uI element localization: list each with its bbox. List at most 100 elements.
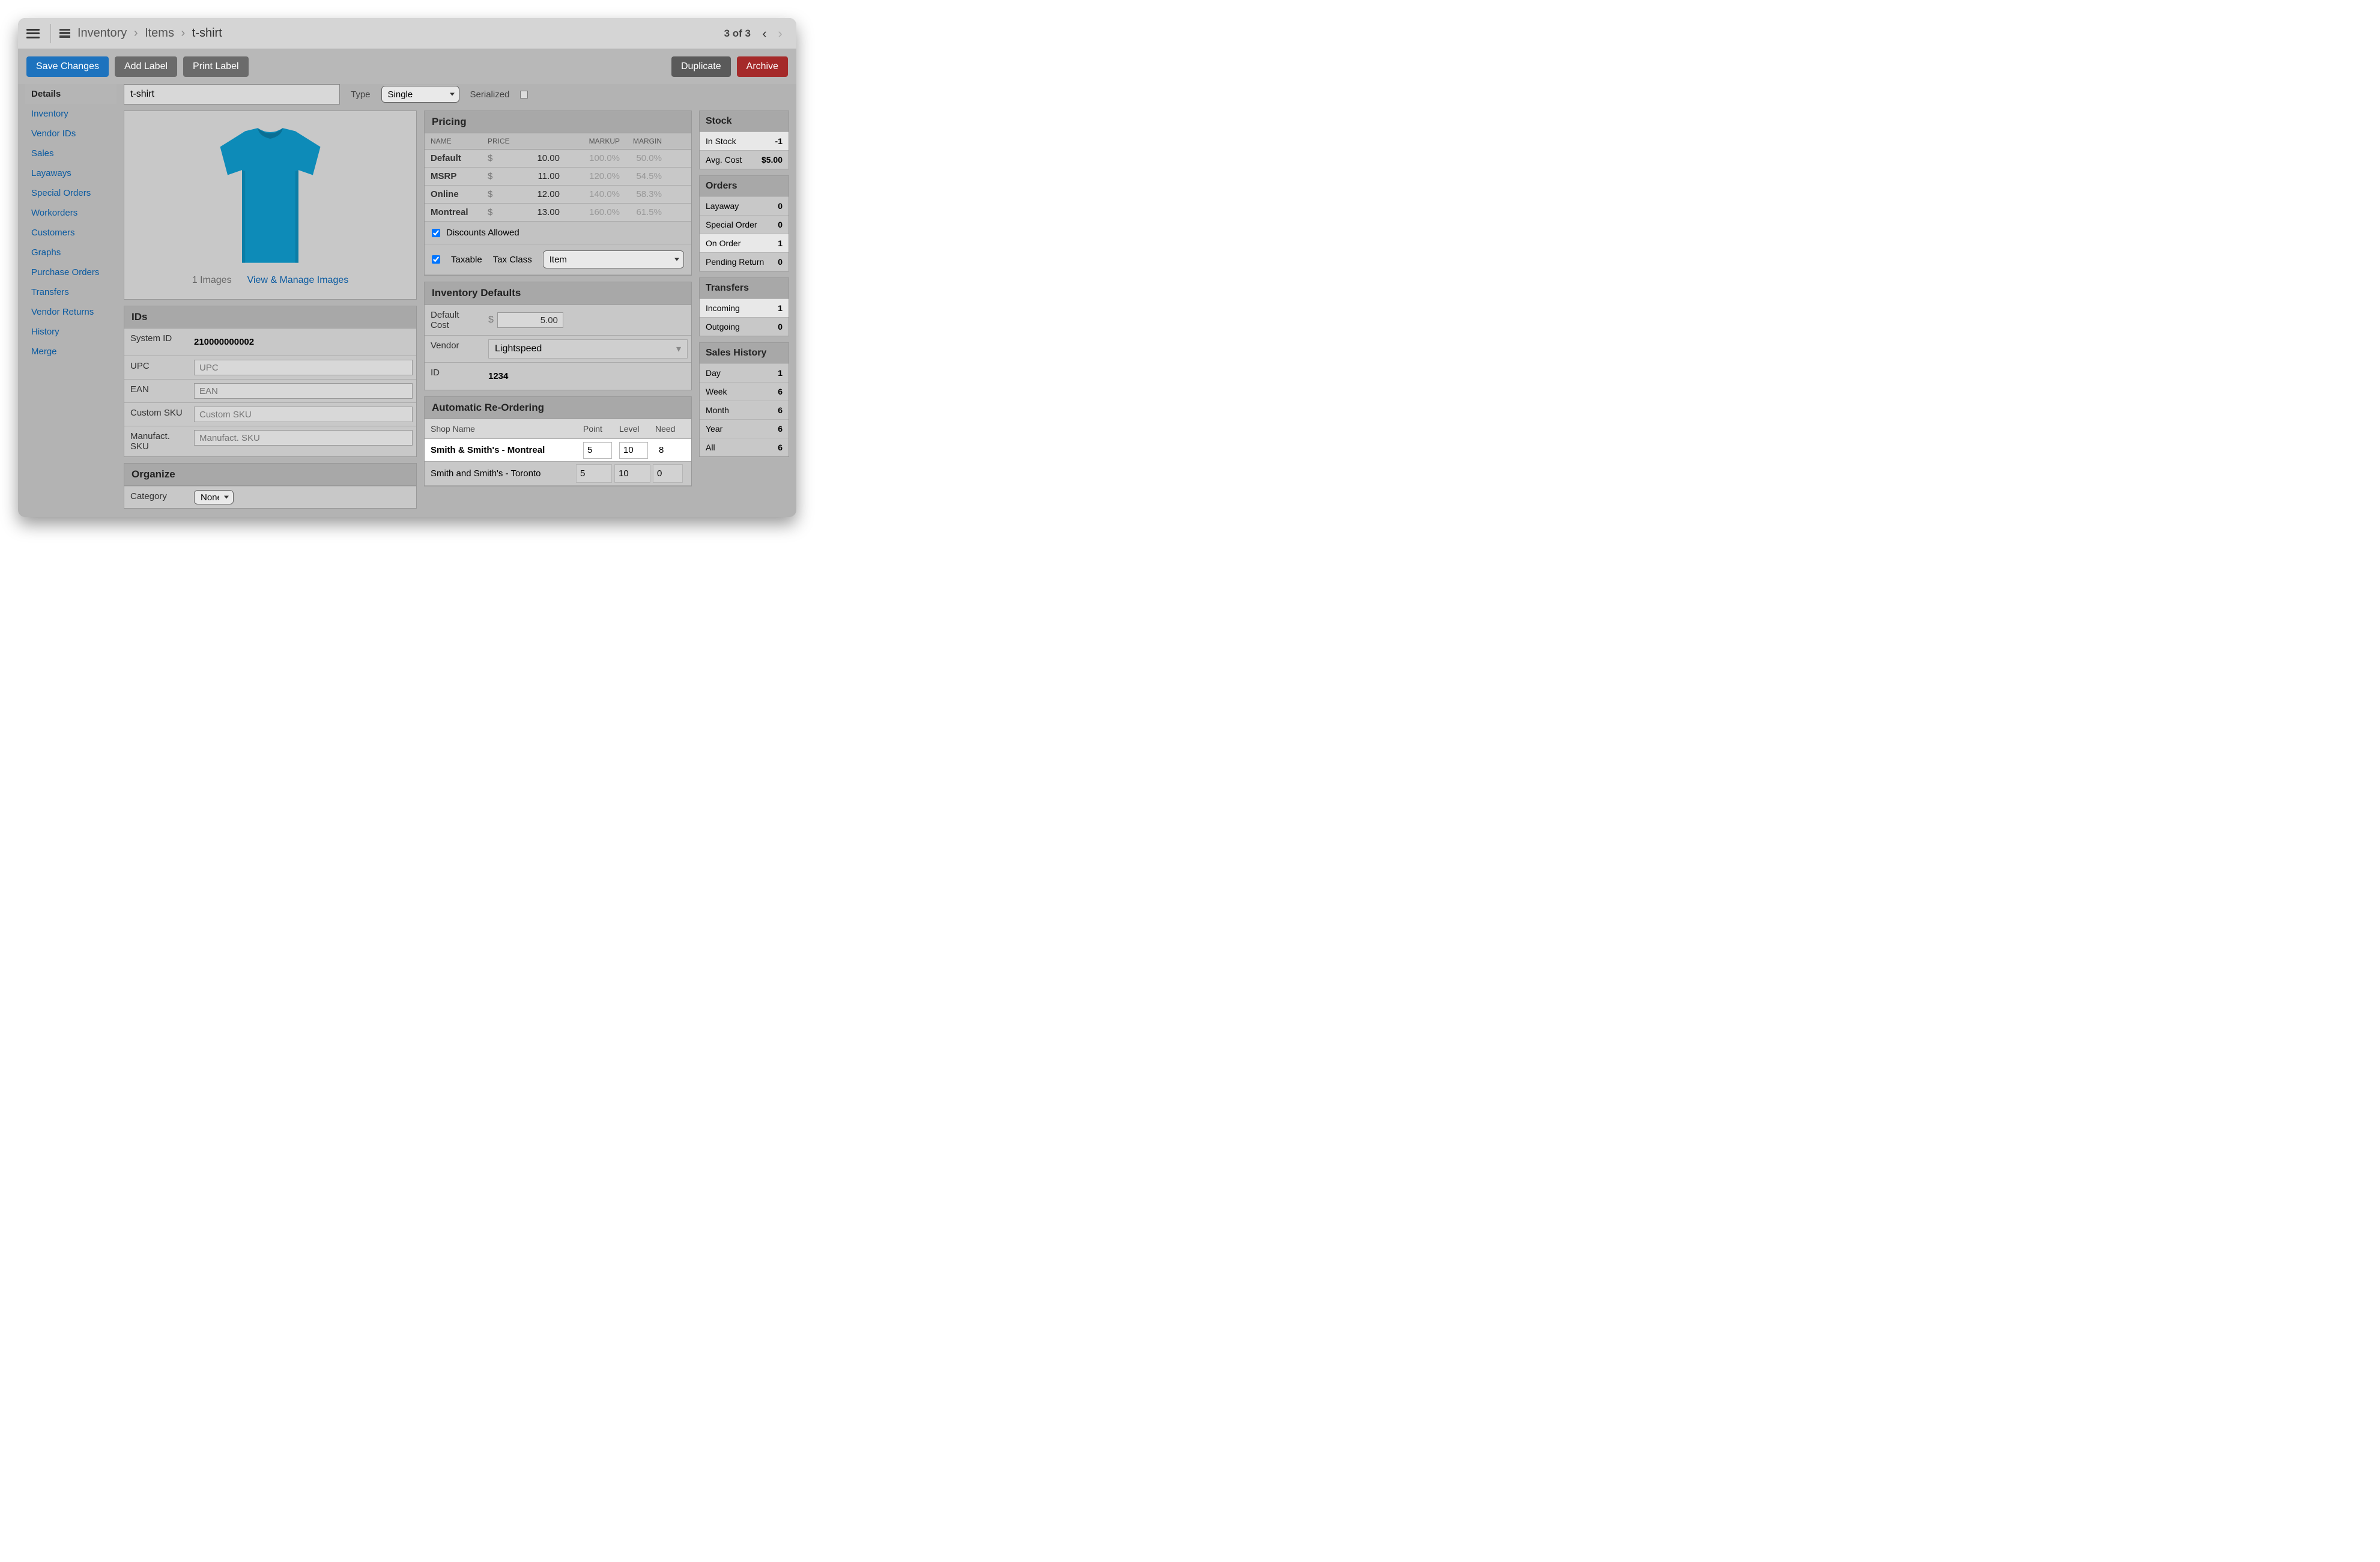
- vendor-id-value: 1234: [488, 366, 688, 386]
- item-name-input[interactable]: [124, 84, 340, 104]
- breadcrumb-current: t-shirt: [192, 26, 222, 40]
- category-label: Category: [124, 486, 190, 508]
- transfers-title: Transfers: [700, 278, 789, 298]
- id-key: EAN: [124, 380, 190, 402]
- stat-row[interactable]: Month6: [700, 401, 789, 419]
- id-input-custom-sku[interactable]: [194, 407, 413, 422]
- vendor-label: Vendor: [425, 336, 485, 362]
- breadcrumb-root[interactable]: Inventory: [77, 26, 127, 40]
- category-select[interactable]: None: [194, 490, 234, 504]
- sidebar-item-inventory[interactable]: Inventory: [25, 104, 117, 124]
- pricing-row: Default$10.00100.0%50.0%: [425, 150, 691, 168]
- manage-images-link[interactable]: View & Manage Images: [247, 275, 349, 286]
- reorder-row: Smith and Smith's - Toronto5100: [425, 462, 691, 486]
- id-input-ean[interactable]: [194, 383, 413, 399]
- organize-title: Organize: [124, 464, 416, 486]
- id-key: Manufact. SKU: [124, 426, 190, 456]
- sidebar-item-special-orders[interactable]: Special Orders: [25, 183, 117, 203]
- stat-row[interactable]: Day1: [700, 363, 789, 382]
- tax-class-select[interactable]: Item: [543, 250, 684, 268]
- stat-row[interactable]: On Order1: [700, 234, 789, 252]
- stat-row[interactable]: Year6: [700, 419, 789, 438]
- save-button[interactable]: Save Changes: [26, 56, 109, 77]
- sidebar-item-layaways[interactable]: Layaways: [25, 163, 117, 183]
- stat-row[interactable]: Layaway0: [700, 196, 789, 215]
- divider: [50, 24, 51, 43]
- default-cost-currency: $: [488, 315, 494, 325]
- col-need: Need: [655, 424, 685, 434]
- type-select[interactable]: Single: [381, 86, 459, 103]
- add-label-button[interactable]: Add Label: [115, 56, 177, 77]
- reorder-level-input[interactable]: [619, 442, 648, 459]
- sales-history-panel: Sales History Day1Week6Month6Year6All6: [699, 342, 789, 457]
- stock-panel: Stock In Stock-1Avg. Cost$5.00: [699, 110, 789, 169]
- pager-prev-icon[interactable]: ‹: [757, 26, 772, 41]
- archive-button[interactable]: Archive: [737, 56, 788, 77]
- col-margin: MARGIN: [620, 137, 662, 145]
- sidebar-item-graphs[interactable]: Graphs: [25, 243, 117, 262]
- action-bar: Save Changes Add Label Print Label Dupli…: [18, 49, 796, 84]
- stat-row[interactable]: In Stock-1: [700, 132, 789, 150]
- sidebar-item-workorders[interactable]: Workorders: [25, 203, 117, 223]
- discounts-label: Discounts Allowed: [446, 228, 519, 238]
- sidebar-item-vendor-ids[interactable]: Vendor IDs: [25, 124, 117, 144]
- id-key: System ID: [124, 328, 190, 356]
- sidebar-item-history[interactable]: History: [25, 322, 117, 342]
- sales-history-title: Sales History: [700, 343, 789, 363]
- taxable-label: Taxable: [451, 255, 482, 265]
- duplicate-button[interactable]: Duplicate: [671, 56, 731, 77]
- stat-row[interactable]: Pending Return0: [700, 252, 789, 271]
- pricing-row: Montreal$13.00160.0%61.5%: [425, 204, 691, 222]
- col-price: PRICE: [488, 137, 560, 145]
- hamburger-menu-icon[interactable]: [26, 29, 40, 38]
- taxable-checkbox[interactable]: [432, 255, 440, 264]
- id-input-upc[interactable]: [194, 360, 413, 375]
- col-markup: MARKUP: [560, 137, 620, 145]
- chevron-down-icon: ▾: [676, 343, 681, 355]
- sidebar-item-customers[interactable]: Customers: [25, 223, 117, 243]
- ids-title: IDs: [124, 306, 416, 328]
- sidebar-item-vendor-returns[interactable]: Vendor Returns: [25, 302, 117, 322]
- col-name: NAME: [431, 137, 488, 145]
- stat-row[interactable]: Outgoing0: [700, 317, 789, 336]
- id-key: UPC: [124, 356, 190, 379]
- sidebar-item-transfers[interactable]: Transfers: [25, 282, 117, 302]
- default-cost-input[interactable]: [497, 312, 563, 328]
- tax-class-label: Tax Class: [493, 255, 532, 265]
- pricing-panel: Pricing NAME PRICE MARKUP MARGIN Default…: [424, 110, 692, 276]
- module-icon[interactable]: [59, 29, 70, 38]
- print-label-button[interactable]: Print Label: [183, 56, 249, 77]
- id-value: 210000000002: [194, 332, 413, 352]
- reorder-row: Smith & Smith's - Montreal8: [425, 439, 691, 462]
- discounts-checkbox[interactable]: [432, 229, 440, 237]
- col-level: Level: [619, 424, 655, 434]
- col-shop: Shop Name: [431, 424, 583, 434]
- sidebar-item-merge[interactable]: Merge: [25, 342, 117, 362]
- stat-row[interactable]: Avg. Cost$5.00: [700, 150, 789, 169]
- serialized-checkbox[interactable]: [520, 91, 528, 98]
- stat-row[interactable]: Special Order0: [700, 215, 789, 234]
- sidebar-item-purchase-orders[interactable]: Purchase Orders: [25, 262, 117, 282]
- id-key: Custom SKU: [124, 403, 190, 426]
- breadcrumb-mid[interactable]: Items: [145, 26, 174, 40]
- pricing-title: Pricing: [425, 111, 691, 133]
- vendor-id-label: ID: [425, 363, 485, 390]
- inventory-defaults-panel: Inventory Defaults Default Cost $ Vendor…: [424, 282, 692, 390]
- organize-panel: Organize Category None: [124, 463, 417, 509]
- sidebar-item-details[interactable]: Details: [25, 84, 117, 104]
- ids-panel: IDs System ID210000000002UPCEANCustom SK…: [124, 306, 417, 457]
- col-point: Point: [583, 424, 619, 434]
- product-image: [207, 125, 333, 269]
- breadcrumb: Inventory › Items › t-shirt: [77, 26, 222, 40]
- stat-row[interactable]: Week6: [700, 382, 789, 401]
- sidebar-item-sales[interactable]: Sales: [25, 144, 117, 163]
- topbar: Inventory › Items › t-shirt 3 of 3 ‹ ›: [18, 18, 796, 49]
- stat-row[interactable]: All6: [700, 438, 789, 456]
- stat-row[interactable]: Incoming1: [700, 298, 789, 317]
- id-input-manufact-sku[interactable]: [194, 430, 413, 446]
- vendor-select[interactable]: Lightspeed▾: [488, 339, 688, 359]
- transfers-panel: Transfers Incoming1Outgoing0: [699, 277, 789, 336]
- reorder-point-input[interactable]: [583, 442, 612, 459]
- sidebar: DetailsInventoryVendor IDsSalesLayawaysS…: [25, 84, 117, 509]
- default-cost-label: Default Cost: [425, 305, 485, 335]
